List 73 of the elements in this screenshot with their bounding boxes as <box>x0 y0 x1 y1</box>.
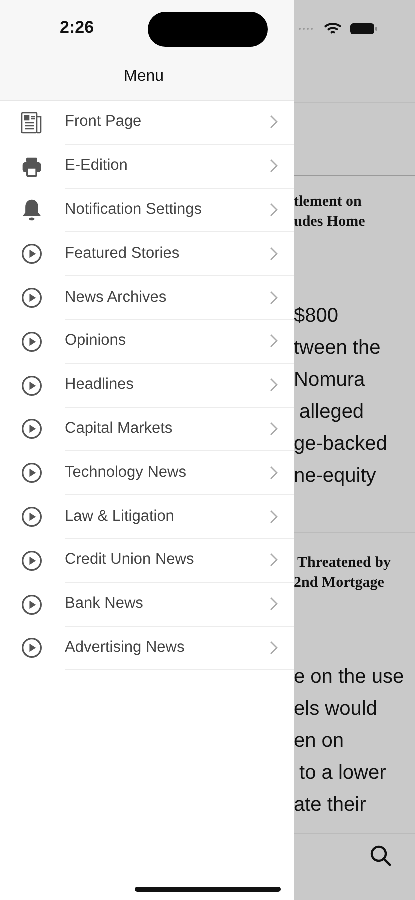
play-circle-icon <box>20 243 42 266</box>
menu-item[interactable]: Capital Markets <box>0 408 294 452</box>
menu-item[interactable]: Law & Litigation <box>0 495 294 539</box>
menu-item-label: Bank News <box>65 595 144 614</box>
chevron-icon <box>270 115 278 130</box>
chevron-icon <box>270 422 278 436</box>
article-text: e on the use <box>294 665 406 690</box>
menu-item-label: Featured Stories <box>65 244 180 263</box>
menu-item[interactable]: Notification Settings <box>0 188 294 232</box>
play-circle-icon <box>20 637 42 660</box>
printer-icon <box>20 156 42 178</box>
battery-icon <box>350 23 378 35</box>
article-text: Nomura <box>294 368 366 393</box>
article-text: ge-backed <box>294 432 388 457</box>
menu-item-label: Law & Litigation <box>65 508 174 526</box>
menu-item[interactable]: Headlines <box>0 364 294 408</box>
play-circle-icon <box>20 594 42 616</box>
article-text: els would <box>294 697 378 722</box>
article-text: to a lower <box>298 761 388 786</box>
chevron-icon <box>270 640 278 655</box>
article-text: tween the <box>294 336 382 361</box>
chevron-icon <box>270 510 278 524</box>
play-circle-icon <box>20 418 42 440</box>
menu-item[interactable]: Bank News <box>0 582 294 627</box>
article-headline: Threatened by <box>296 554 392 573</box>
menu-item[interactable]: Opinions <box>0 320 294 364</box>
status-time: 2:26 <box>60 18 94 38</box>
menu-item-label: Notification Settings <box>65 200 202 219</box>
play-circle-icon <box>20 374 42 397</box>
menu-item-label: Credit Union News <box>65 551 194 570</box>
menu-item-label: Technology News <box>65 464 186 482</box>
play-circle-icon <box>20 506 42 528</box>
play-circle-icon <box>20 330 42 353</box>
article-headline: tlement on <box>294 193 363 212</box>
article-text: alleged <box>298 400 366 425</box>
menu-item[interactable]: Featured Stories <box>0 232 294 276</box>
menu-item-label: Opinions <box>65 332 126 350</box>
menu-item[interactable]: Technology News <box>0 451 294 496</box>
menu-item-label: Headlines <box>65 376 134 394</box>
play-circle-icon <box>20 462 42 484</box>
chevron-icon <box>270 202 278 217</box>
search-icon[interactable] <box>369 844 393 868</box>
menu-item-label: Capital Markets <box>65 420 173 438</box>
article-headline: udes Home <box>294 213 366 232</box>
article-text: ne-equity <box>294 464 378 489</box>
chevron-icon <box>270 553 278 568</box>
menu-item-label: News Archives <box>65 288 167 307</box>
chevron-icon <box>270 159 278 174</box>
menu-item[interactable]: E-Edition <box>0 144 294 189</box>
chevron-icon <box>270 334 278 348</box>
chevron-icon <box>270 246 278 261</box>
menu-item-label: E-Edition <box>65 157 128 176</box>
menu-item[interactable]: Credit Union News <box>0 538 294 583</box>
menu-item[interactable]: Front Page <box>0 101 294 145</box>
chevron-icon <box>270 466 278 480</box>
signal-icon <box>298 27 316 31</box>
play-circle-icon <box>20 287 42 310</box>
chevron-icon <box>270 378 278 392</box>
menu-title: Menu <box>122 68 166 86</box>
newspaper-icon <box>20 110 44 135</box>
chevron-icon <box>270 290 278 305</box>
chevron-icon <box>270 597 278 612</box>
bell-icon <box>20 198 42 222</box>
play-circle-icon <box>20 550 42 572</box>
article-text: ate their <box>294 793 368 818</box>
article-text: $800 <box>294 304 340 329</box>
menu-item[interactable]: News Archives <box>0 276 294 320</box>
menu-item-label: Advertising News <box>65 638 185 657</box>
menu-item-label: Front Page <box>65 113 142 132</box>
wifi-icon <box>324 22 342 36</box>
menu-item[interactable]: Advertising News <box>0 626 294 670</box>
article-headline: 2nd Mortgage <box>294 574 386 593</box>
article-text: en on <box>294 729 346 754</box>
